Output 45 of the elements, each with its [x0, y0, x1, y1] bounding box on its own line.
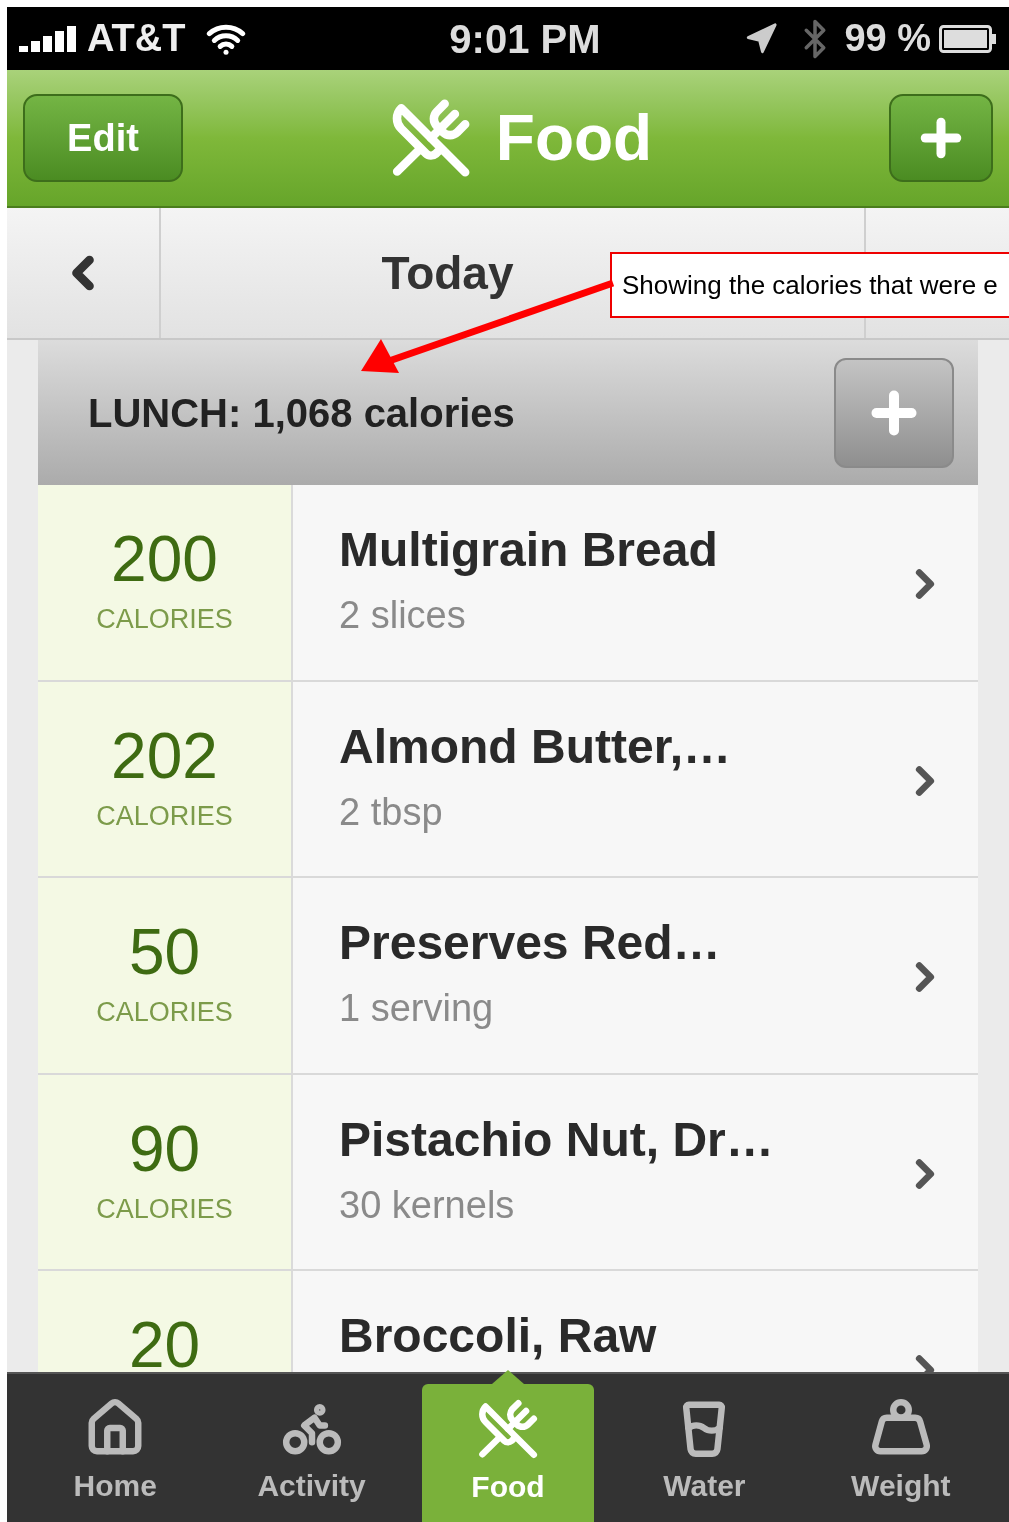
food-amount: 1 serving: [339, 986, 495, 1031]
calorie-unit: CALORIES: [96, 603, 233, 636]
calorie-count: 50: [128, 916, 201, 988]
food-row[interactable]: 90 CALORIES Pistachio Nut, Dr… 30 kernels: [38, 1074, 978, 1271]
food-name: Multigrain Bread: [339, 522, 719, 578]
tab-label: Water: [663, 1467, 746, 1504]
calorie-unit: CALORIES: [96, 1192, 233, 1226]
calorie-count: 90: [128, 1112, 201, 1185]
food-name: Broccoli, Raw: [339, 1308, 658, 1364]
annotation-text: Showing the calories that were e: [622, 268, 998, 302]
tab-item[interactable]: Home: [17, 1382, 214, 1522]
location-arrow-icon: [744, 21, 779, 56]
clock-text: 9:01 PM: [449, 15, 601, 63]
food-name: Preserves Red…: [339, 915, 722, 971]
add-button[interactable]: [889, 94, 993, 182]
calorie-count: 200: [111, 523, 218, 595]
food-name: Pistachio Nut, Dr…: [339, 1111, 775, 1168]
tab-item[interactable]: Weight: [802, 1382, 1000, 1522]
carrier-text: AT&T: [87, 16, 186, 61]
signal-icon: [19, 25, 79, 52]
battery-percent-text: 99 %: [844, 16, 931, 61]
tab-item[interactable]: Water: [606, 1382, 803, 1522]
screen-title: Food: [495, 101, 653, 176]
food-row[interactable]: 202 CALORIES Almond Butter,… 2 tbsp: [38, 681, 978, 878]
calorie-count: 202: [111, 719, 218, 792]
calorie-unit: CALORIES: [96, 799, 233, 833]
food-name: Almond Butter,…: [339, 718, 732, 775]
tab-label: Activity: [257, 1467, 366, 1504]
food-amount: 30 kernels: [339, 1182, 516, 1228]
calorie-count: 20: [128, 1309, 201, 1372]
tab-label: Weight: [851, 1467, 951, 1504]
add-food-button[interactable]: [834, 357, 954, 468]
date-label: Today: [381, 245, 514, 301]
fork-knife-icon: [477, 1397, 539, 1460]
tab-label: Home: [73, 1467, 157, 1504]
meal-title: LUNCH: 1,068 calories: [88, 389, 515, 437]
food-amount: 2 tbsp: [339, 789, 444, 835]
food-row[interactable]: 200 CALORIES Multigrain Bread 2 slices: [38, 485, 978, 682]
calorie-unit: CALORIES: [96, 996, 233, 1029]
battery-icon: [939, 24, 997, 53]
food-row[interactable]: 20 Broccoli, Raw: [38, 1271, 978, 1372]
food-amount: 2 slices: [339, 593, 467, 638]
food-row[interactable]: 50 CALORIES Preserves Red… 1 serving: [38, 878, 978, 1075]
tab-label: Food: [471, 1468, 545, 1505]
tab-item[interactable]: Activity: [213, 1382, 410, 1522]
